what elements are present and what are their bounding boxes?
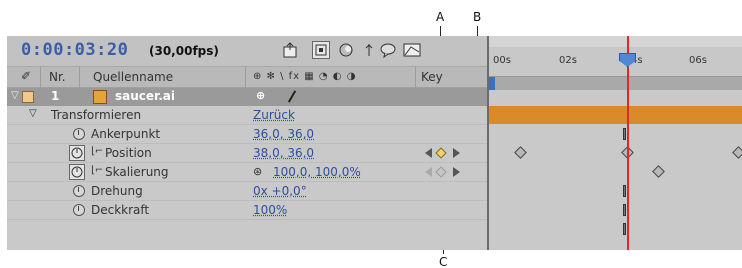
comment-icon[interactable] <box>379 41 397 59</box>
stopwatch-active-icon[interactable] <box>69 145 85 161</box>
keyframe-add-icon[interactable] <box>435 147 447 159</box>
keyframe-marker-rotation <box>623 185 626 197</box>
current-time-display[interactable]: 0:00:03:20 <box>21 40 128 60</box>
column-header: ✐ Nr. Quellenname ⊕ ✻ \ fx ▦ ◔ ◐ ◑ Key <box>7 66 487 89</box>
label-column-icon[interactable]: ✐ <box>21 69 31 83</box>
render-icon[interactable] <box>337 41 355 59</box>
graph-toggle-icon[interactable]: ⌊⌐ <box>91 146 103 157</box>
property-label: Drehung <box>91 184 143 198</box>
property-row-anchor[interactable]: Ankerpunkt 36,0, 36,0 <box>7 125 487 144</box>
number-column-header[interactable]: Nr. <box>49 70 66 84</box>
work-area-start-handle[interactable] <box>489 77 495 90</box>
keys-column-header[interactable]: Key <box>421 70 443 84</box>
figure: A B C 0:00:03:20 (30,00fps) ✐ Nr. Quelle… <box>0 0 742 268</box>
transform-reset-link[interactable]: Zurück <box>253 108 295 122</box>
property-label: Ankerpunkt <box>91 127 161 141</box>
keyframe-marker-anchor <box>623 128 626 140</box>
stopwatch-icon[interactable] <box>73 185 85 197</box>
ruler-tick-label: 00s <box>493 55 511 66</box>
current-time-indicator[interactable] <box>627 36 629 250</box>
graph-icon[interactable] <box>403 41 421 59</box>
quality-switch-icon[interactable] <box>287 90 297 103</box>
stopwatch-icon[interactable] <box>73 204 85 216</box>
source-name-column-header[interactable]: Quellenname <box>93 70 173 84</box>
property-row-rotation[interactable]: Drehung 0x +0,0° <box>7 182 487 201</box>
shy-switch-icon[interactable]: ⊕ <box>256 89 265 102</box>
property-label: Skalierung <box>105 165 169 179</box>
ruler-tick-label: 06s <box>689 55 707 66</box>
property-value[interactable]: 36,0, 36,0 <box>253 127 314 141</box>
callout-a: A <box>436 10 445 24</box>
constrain-proportions-icon[interactable]: ⊛ <box>253 165 262 178</box>
layer-row[interactable]: ▽ 1 saucer.ai ⊕ <box>7 88 487 106</box>
expand-layer-icon[interactable]: ▽ <box>11 90 19 101</box>
ai-file-icon <box>93 90 107 104</box>
keyframe-add-icon[interactable] <box>435 166 447 178</box>
keyframe-marker-bottom <box>623 223 626 235</box>
pickwhip-icon[interactable] <box>282 41 300 59</box>
switches-column-header[interactable]: ⊕ ✻ \ fx ▦ ◔ ◐ ◑ <box>253 71 356 82</box>
callout-b: B <box>473 10 482 24</box>
property-value[interactable]: 0x +0,0° <box>253 184 307 198</box>
property-row-scale[interactable]: ⌊⌐ Skalierung ⊛ 100,0, 100,0% <box>7 163 487 182</box>
callout-c: C <box>439 255 448 268</box>
property-value[interactable]: 38,0, 36,0 <box>253 146 314 160</box>
stopwatch-icon[interactable] <box>73 128 85 140</box>
keyframe-marker-opacity <box>623 204 626 216</box>
frame-rate-label: (30,00fps) <box>149 44 219 58</box>
expand-transform-icon[interactable]: ▽ <box>29 108 37 119</box>
property-value[interactable]: 100% <box>253 203 287 217</box>
property-label: Position <box>105 146 152 160</box>
work-area-bar[interactable] <box>489 77 742 90</box>
keyframe-nav-next-icon[interactable] <box>453 167 460 177</box>
layer-number: 1 <box>51 89 60 103</box>
transform-label: Transformieren <box>51 108 142 122</box>
keyframe-nav-prev-icon[interactable] <box>425 148 432 158</box>
property-value[interactable]: 100,0, 100,0% <box>273 165 361 179</box>
graph-toggle-icon[interactable]: ⌊⌐ <box>91 165 103 176</box>
stopwatch-active-icon[interactable] <box>69 164 85 180</box>
property-row-opacity[interactable]: Deckkraft 100% <box>7 201 487 220</box>
ruler-tick-label: 02s <box>559 55 577 66</box>
keyframe-nav-prev-icon[interactable] <box>425 167 432 177</box>
timeline-panel: 0:00:03:20 (30,00fps) ✐ Nr. Quellenname … <box>7 36 742 250</box>
composition-icon[interactable] <box>312 41 330 59</box>
property-label: Deckkraft <box>91 203 150 217</box>
time-header: 0:00:03:20 (30,00fps) <box>7 36 487 66</box>
property-row-position[interactable]: ⌊⌐ Position 38,0, 36,0 <box>7 144 487 163</box>
layer-name[interactable]: saucer.ai <box>115 89 175 103</box>
lock-icon[interactable] <box>360 41 378 59</box>
label-color-icon[interactable] <box>22 91 34 103</box>
transform-group-row[interactable]: ▽ Transformieren Zurück <box>7 106 487 125</box>
layer-duration-bar[interactable] <box>489 106 742 124</box>
keyframe-nav-next-icon[interactable] <box>453 148 460 158</box>
time-ruler[interactable]: 00s 02s 4s 06s <box>489 47 742 77</box>
